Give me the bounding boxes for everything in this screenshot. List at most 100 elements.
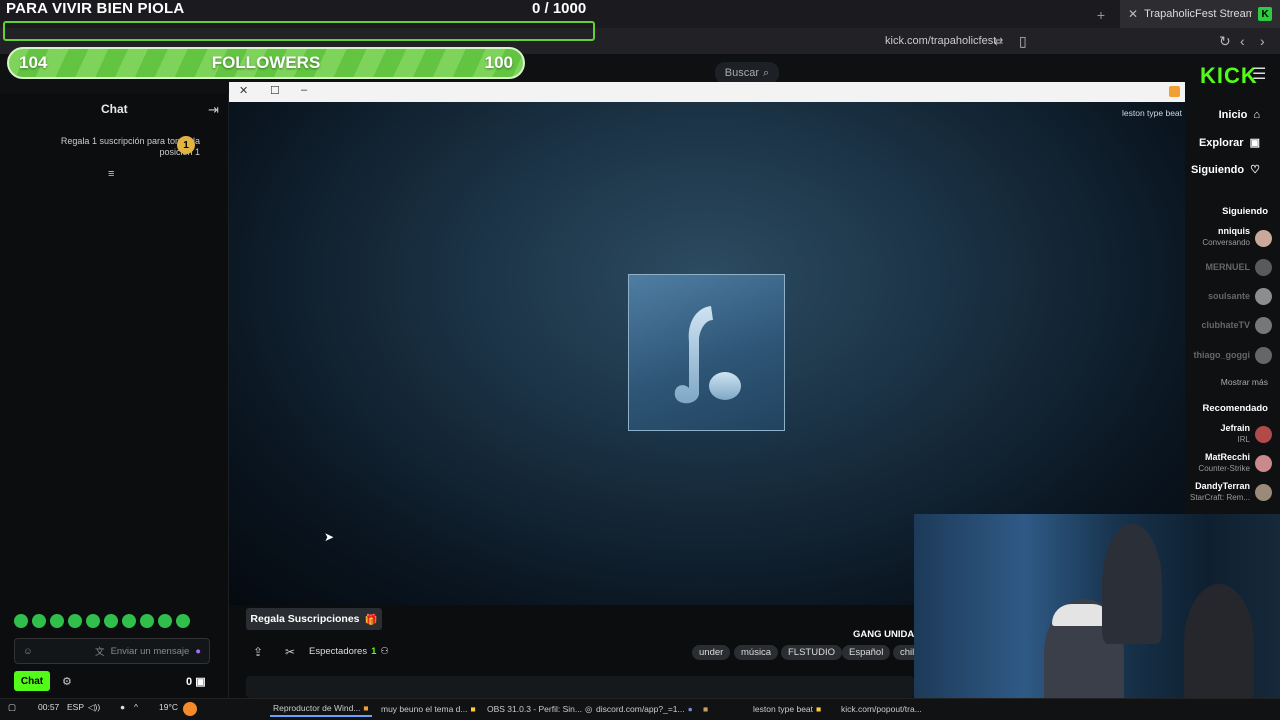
- clock[interactable]: 00:57: [38, 702, 59, 712]
- taskbar-item[interactable]: ■: [700, 701, 711, 717]
- channel-name: nniquis: [1218, 226, 1250, 236]
- reload-icon[interactable]: ↻: [1219, 33, 1231, 50]
- hamburger-menu-icon[interactable]: ☰: [1252, 64, 1266, 84]
- taskbar-item[interactable]: muy beuno el tema d... ■: [378, 701, 479, 717]
- tray-expand-icon[interactable]: ^: [134, 702, 138, 712]
- emote-icon[interactable]: [86, 614, 100, 628]
- taskbar-item-label: discord.com/app?_=1...: [596, 704, 685, 714]
- kick-logo[interactable]: KICK: [1200, 63, 1258, 89]
- following-channel[interactable]: clubhateTV: [1201, 320, 1250, 331]
- stream-tag[interactable]: under: [692, 645, 731, 660]
- emote-icon[interactable]: [50, 614, 64, 628]
- person-figure: [1102, 524, 1162, 644]
- microphone-icon[interactable]: ●: [195, 646, 201, 657]
- viewers-number: 1: [371, 646, 377, 657]
- taskbar-item[interactable]: OBS 31.0.3 - Perfil: Sin... ◎: [484, 701, 595, 717]
- stream-tag[interactable]: música: [734, 645, 779, 660]
- following-channel[interactable]: MERNUEL: [1206, 262, 1251, 273]
- gift-rank-badge: 1: [177, 136, 195, 154]
- nav-explorar[interactable]: Explorar ▣: [1198, 136, 1260, 150]
- chat-filter-icon[interactable]: ≡: [108, 168, 114, 180]
- chat-input-placeholder: Enviar un mensaje: [110, 645, 190, 657]
- recommended-channel[interactable]: Jefrain IRL: [1220, 423, 1250, 445]
- back-icon[interactable]: ‹: [1240, 33, 1245, 49]
- stream-progress-area: [246, 676, 914, 698]
- recommended-channel[interactable]: MatRecchi Counter-Strike: [1198, 452, 1250, 474]
- nav-inicio[interactable]: Inicio ⌂: [1219, 109, 1260, 121]
- obs-icon: ◎: [584, 703, 593, 714]
- media-player-app-icon: [1169, 86, 1180, 97]
- overlay-goal-counter: 0 / 1000: [532, 0, 587, 17]
- points-value: 0: [186, 676, 193, 688]
- emote-icon[interactable]: [14, 614, 28, 628]
- overlay-goal-frame: [3, 21, 595, 41]
- media-player-icon: ■: [363, 703, 369, 713]
- minimize-window-icon[interactable]: –: [301, 84, 307, 96]
- following-channel[interactable]: soulsante: [1208, 291, 1250, 302]
- following-channel[interactable]: thiago_goggi: [1194, 350, 1251, 361]
- chat-message-input[interactable]: ☺ 文 Enviar un mensaje ●: [14, 638, 210, 664]
- channel-category: IRL: [1237, 435, 1250, 444]
- site-settings-icon[interactable]: ⇄: [994, 35, 1003, 48]
- taskbar-item-label: muy beuno el tema d...: [381, 704, 468, 714]
- avatar: [1255, 288, 1272, 305]
- overlay-title: PARA VIVIR BIEN PIOLA: [6, 0, 185, 17]
- emote-icon[interactable]: [68, 614, 82, 628]
- gift-subscriptions-button[interactable]: Regala Suscripciones 🎁: [246, 608, 382, 630]
- forward-icon[interactable]: ›: [1260, 33, 1265, 49]
- gift-leaderboard-promo[interactable]: Regala 1 suscripción para tomar la posic…: [30, 136, 200, 158]
- emote-icon[interactable]: [32, 614, 46, 628]
- emote-icon[interactable]: [158, 614, 172, 628]
- tab-title: TrapaholicFest Stream - Watch: [1144, 8, 1253, 20]
- emote-icon[interactable]: [176, 614, 190, 628]
- taskbar-item[interactable]: discord.com/app?_=1... ●: [593, 701, 696, 717]
- taskbar-item[interactable]: leston type beat ■: [750, 701, 824, 717]
- url-field[interactable]: kick.com/trapaholicfest: [885, 35, 996, 47]
- clip-icon[interactable]: ✂: [285, 645, 295, 659]
- microphone-tray-icon[interactable]: ●: [120, 702, 125, 712]
- home-icon: ⌂: [1253, 109, 1260, 121]
- close-window-icon[interactable]: ✕: [239, 84, 248, 97]
- channel-name: DandyTerran: [1195, 481, 1250, 491]
- webcam-overlay: [914, 514, 1280, 698]
- following-channel[interactable]: nniquis Conversando: [1202, 226, 1250, 248]
- stream-tag[interactable]: Español: [842, 645, 891, 660]
- followers-goal-bar: 104 FOLLOWERS 100: [7, 47, 525, 79]
- emote-icon[interactable]: [122, 614, 136, 628]
- quick-emote-row[interactable]: [14, 614, 214, 630]
- nav-siguiendo[interactable]: Siguiendo ♡: [1191, 163, 1260, 177]
- browser-tab-active[interactable]: ✕ TrapaholicFest Stream - Watch K: [1120, 0, 1280, 28]
- following-heading: Siguiendo: [1222, 206, 1268, 217]
- chat-panel: [0, 94, 229, 698]
- taskbar-item[interactable]: Reproductor de Wind... ■: [270, 701, 372, 717]
- viewer-count: Espectadores 1 ⚇: [309, 646, 389, 657]
- translate-icon[interactable]: 文: [95, 644, 105, 658]
- emote-icon[interactable]: [104, 614, 118, 628]
- kick-favicon-icon: K: [1258, 7, 1272, 21]
- volume-icon[interactable]: ◁)): [88, 702, 100, 713]
- show-more-link[interactable]: Mostrar más: [1221, 377, 1268, 388]
- channel-name: Jefrain: [1220, 423, 1250, 433]
- maximize-window-icon[interactable]: ☐: [270, 84, 280, 97]
- language-indicator[interactable]: ESP: [67, 702, 84, 712]
- channel-category: Conversando: [1202, 238, 1250, 247]
- chat-send-button[interactable]: Chat: [14, 671, 50, 691]
- bookmark-icon[interactable]: ▯: [1019, 33, 1027, 50]
- stream-tag[interactable]: FLSTUDIO: [781, 645, 842, 660]
- new-tab-icon[interactable]: +: [1097, 7, 1105, 23]
- taskbar-item[interactable]: kick.com/popout/tra...: [838, 701, 925, 717]
- close-tab-icon[interactable]: ✕: [1128, 7, 1138, 21]
- search-placeholder: Buscar: [724, 67, 760, 79]
- notification-icon[interactable]: ▢: [8, 702, 16, 713]
- collapse-chat-icon[interactable]: ⇥: [208, 102, 219, 118]
- gift-subs-label: Regala Suscripciones: [250, 613, 360, 625]
- recommended-channel[interactable]: DandyTerran StarCraft: Rem...: [1190, 481, 1250, 503]
- share-icon[interactable]: ⇪: [253, 645, 263, 659]
- search-input[interactable]: Buscar ⌕: [715, 62, 779, 84]
- emote-icon[interactable]: [140, 614, 154, 628]
- folder-icon: ■: [816, 704, 822, 714]
- chat-settings-icon[interactable]: ⚙: [62, 675, 72, 688]
- temperature[interactable]: 19°C: [159, 702, 178, 712]
- nav-explorar-label: Explorar: [1198, 136, 1244, 149]
- emoji-icon[interactable]: ☺: [23, 646, 33, 657]
